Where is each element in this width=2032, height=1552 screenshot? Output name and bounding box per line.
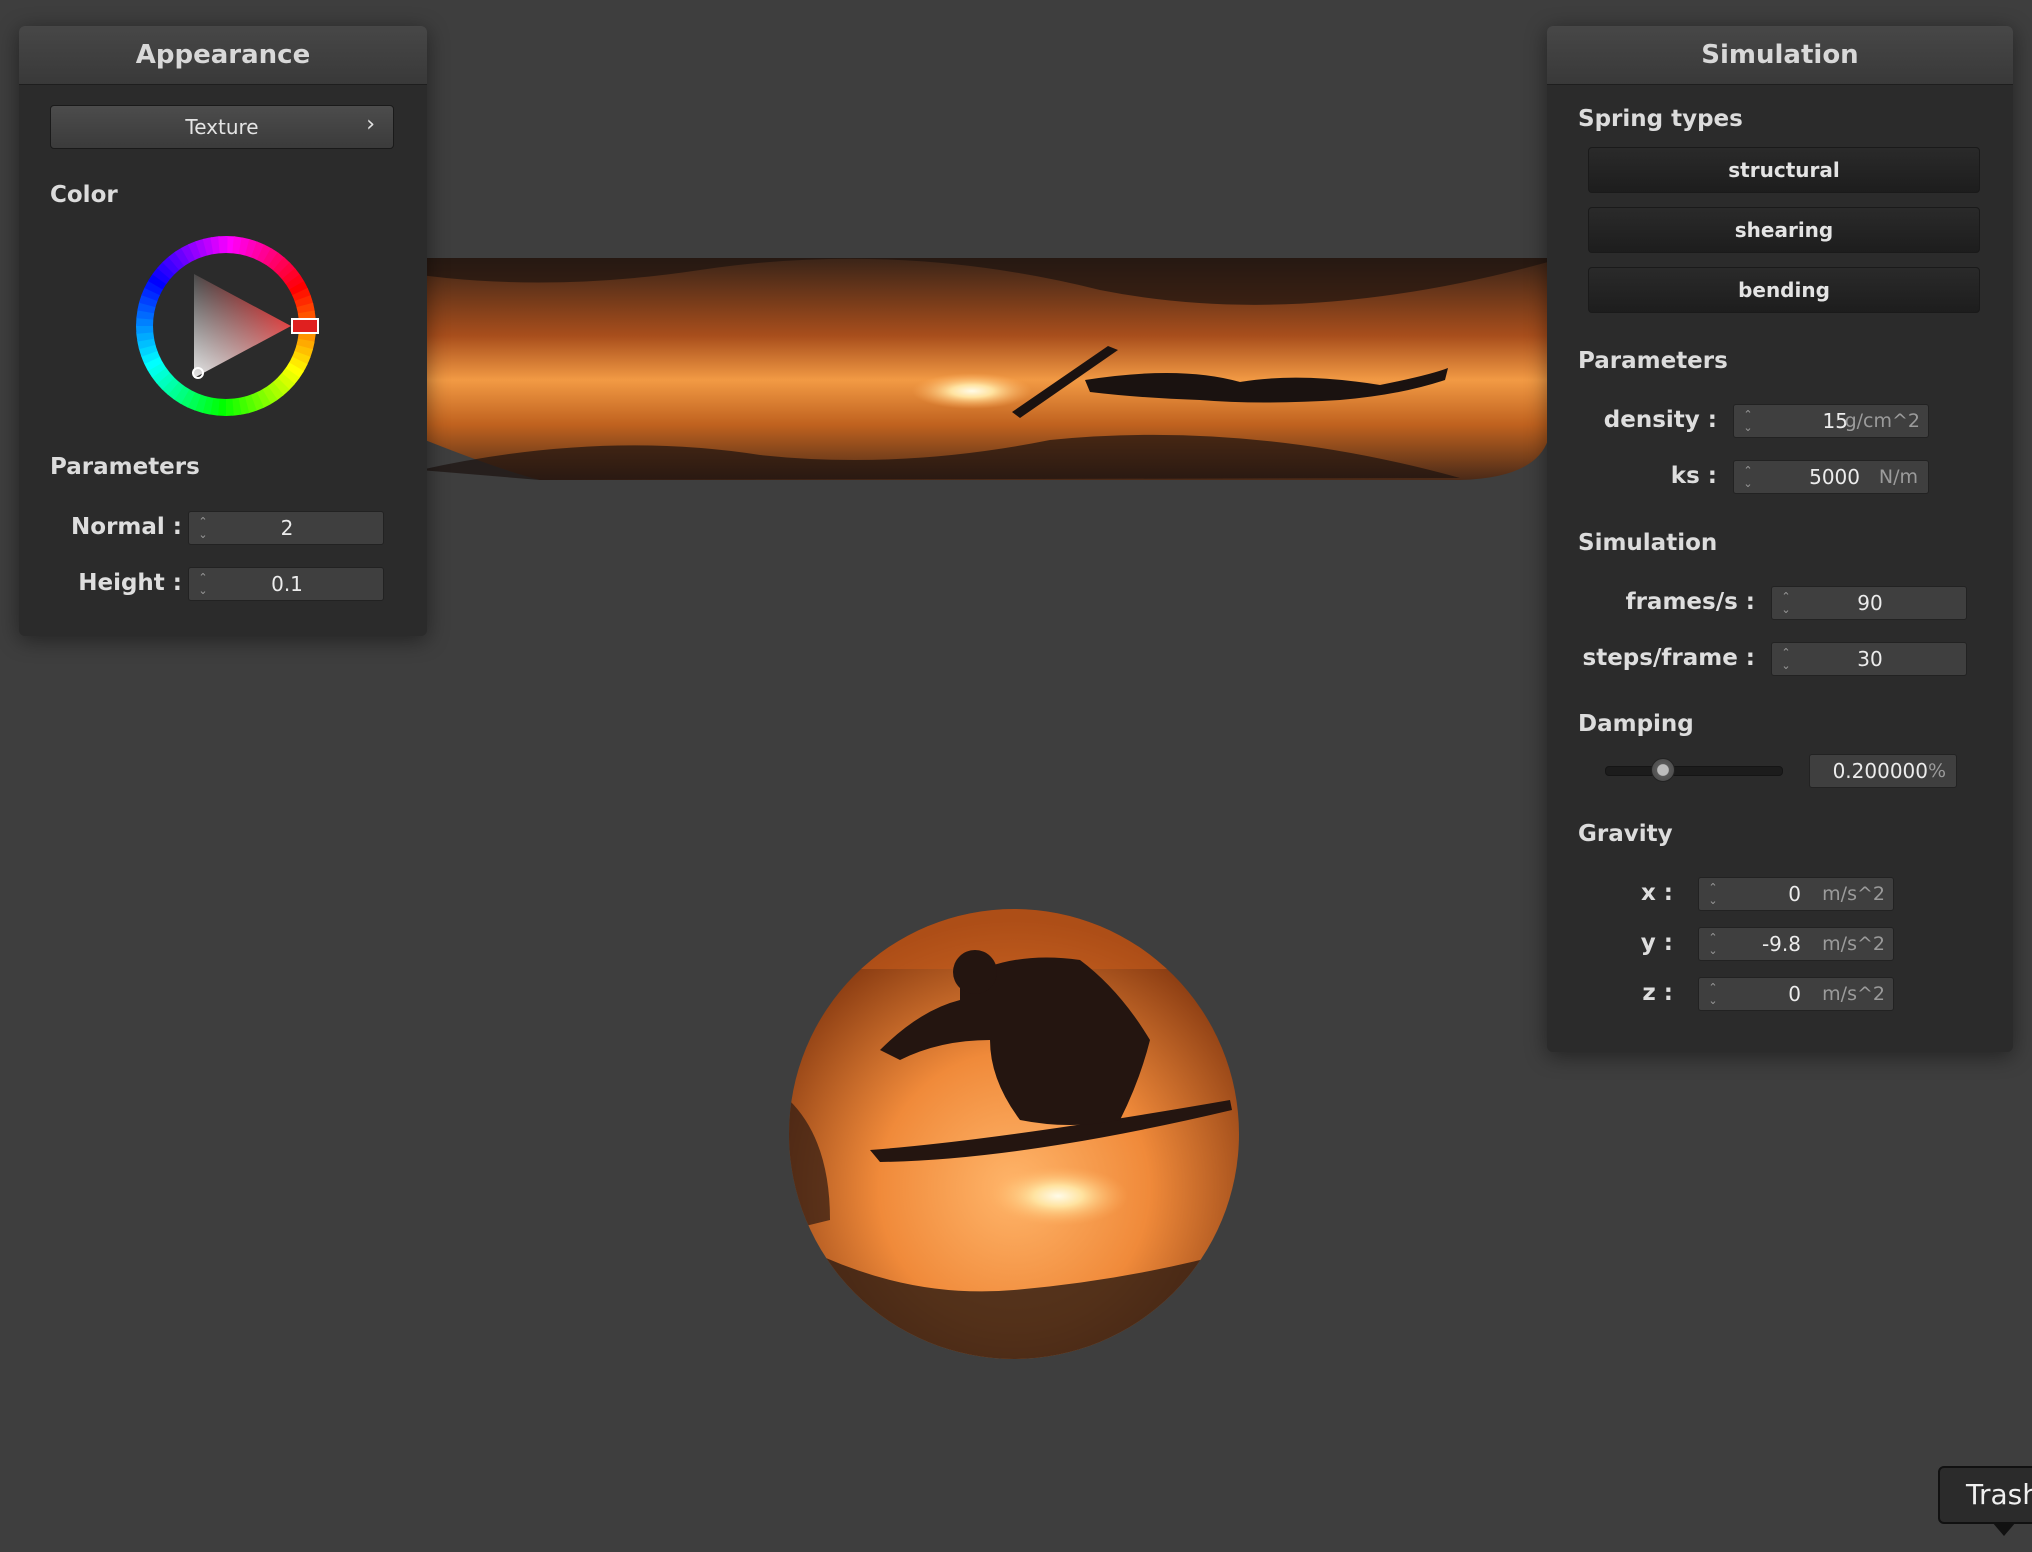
simulation-section-label: Simulation [1578,530,1718,556]
structural-button[interactable]: structural [1588,147,1980,193]
stepper-icon[interactable]: ⌃ ⌄ [1707,981,1719,1007]
steps-label: steps/frame : [1582,645,1755,671]
texture-button-label: Texture [185,115,259,139]
trash-tooltip: Trash [1938,1466,2032,1524]
sun-reflection [912,373,1032,409]
stepper-icon[interactable]: ⌃ ⌄ [1707,881,1719,907]
ks-label: ks : [1670,463,1717,489]
gravity-y-input[interactable]: ⌃ ⌄ -9.8 m/s^2 [1698,927,1894,961]
frames-label: frames/s : [1625,589,1755,615]
cloth-mesh[interactable] [300,258,1548,480]
stepper-icon[interactable]: ⌃ ⌄ [1707,931,1719,957]
shearing-button[interactable]: shearing [1588,207,1980,253]
gravity-x-label: x : [1640,880,1673,906]
appearance-parameters-label: Parameters [50,454,200,480]
hue-selector-handle [291,318,319,334]
normal-label: Normal : [71,514,182,540]
height-label: Height : [78,570,182,596]
tooltip-pointer [1992,1522,2016,1536]
texture-button[interactable]: Texture › [50,105,394,149]
steps-input[interactable]: ⌃ ⌄ 30 [1771,642,1967,676]
color-label: Color [50,182,118,208]
gravity-label: Gravity [1578,821,1673,847]
frames-input[interactable]: ⌃ ⌄ 90 [1771,586,1967,620]
color-wheel[interactable] [131,231,321,421]
gravity-x-input[interactable]: ⌃ ⌄ 0 m/s^2 [1698,877,1894,911]
stepper-icon[interactable]: ⌃ ⌄ [1742,408,1754,434]
gravity-y-label: y : [1640,930,1673,956]
spring-types-label: Spring types [1578,106,1743,132]
damping-label: Damping [1578,711,1694,737]
density-input[interactable]: ⌃ ⌄ 15 g/cm^2 [1733,404,1929,438]
slider-handle[interactable] [1651,758,1676,782]
damping-slider[interactable] [1605,758,1783,782]
height-input[interactable]: ⌃ ⌄ 0.1 [188,567,384,601]
slider-track [1605,766,1783,776]
appearance-title: Appearance [19,26,427,85]
sun-highlight [988,1166,1128,1226]
normal-input[interactable]: ⌃ ⌄ 2 [188,511,384,545]
textured-sphere[interactable] [789,909,1239,1359]
simulation-panel: Simulation Spring types structural shear… [1547,26,2013,1052]
bending-button[interactable]: bending [1588,267,1980,313]
appearance-panel: Appearance Texture › Color Parameters No… [19,26,427,636]
sim-parameters-label: Parameters [1578,348,1728,374]
stepper-icon[interactable]: ⌃ ⌄ [1742,464,1754,490]
trash-tooltip-text: Trash [1966,1478,2032,1511]
ks-input[interactable]: ⌃ ⌄ 5000 N/m [1733,460,1929,494]
chevron-right-icon: › [366,112,375,137]
damping-input[interactable]: 0.200000 % [1809,754,1957,788]
density-label: density : [1603,407,1717,433]
gravity-z-input[interactable]: ⌃ ⌄ 0 m/s^2 [1698,977,1894,1011]
simulation-title: Simulation [1547,26,2013,85]
gravity-z-label: z : [1642,980,1673,1006]
